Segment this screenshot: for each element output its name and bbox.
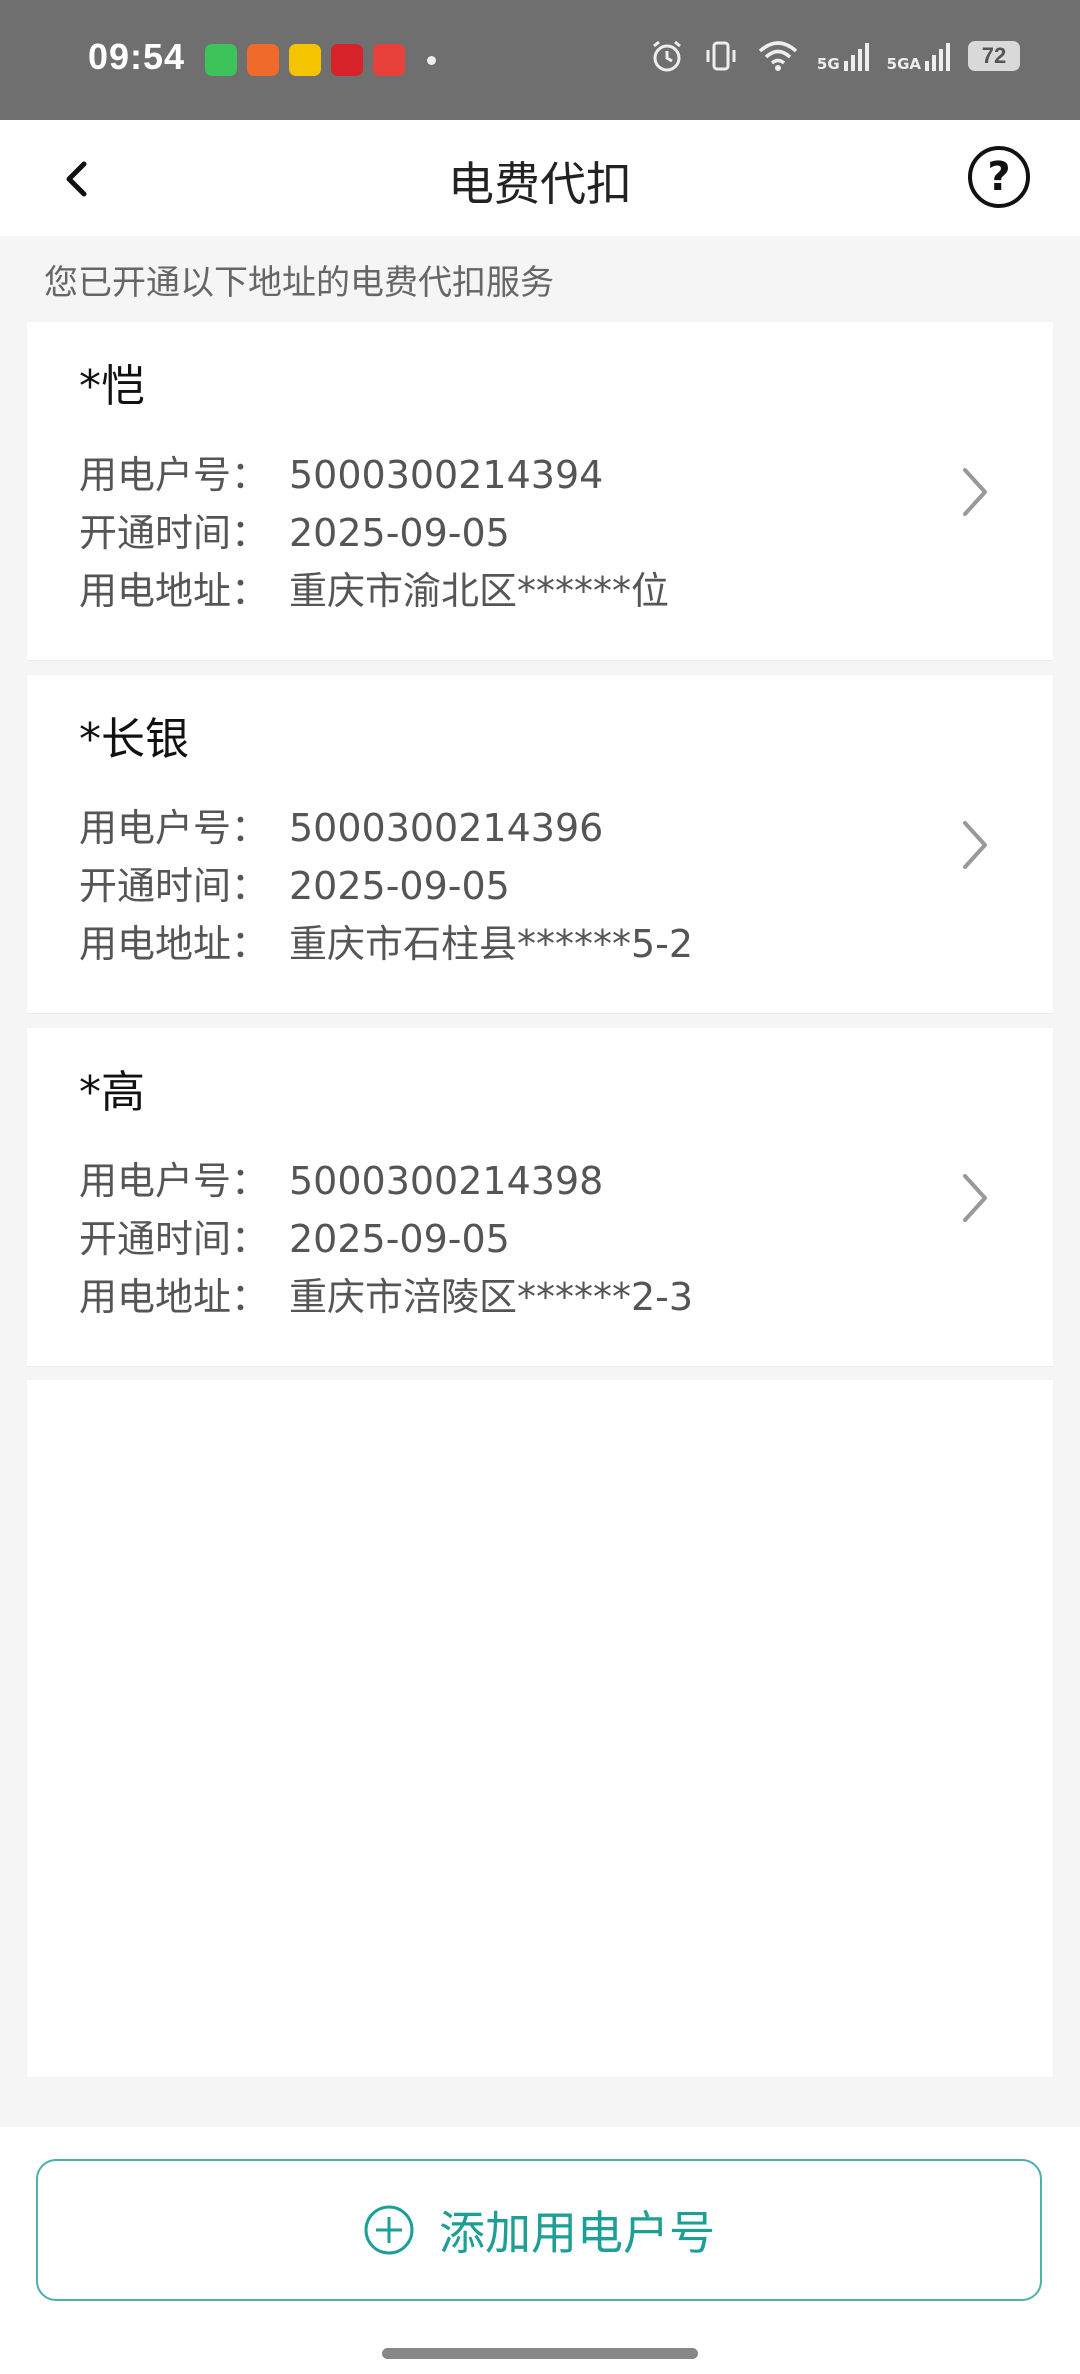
account-list: *恺 用电户号： 5000300214394 开通时间： 2025-09-05 用电… — [27, 322, 1053, 1381]
more-notifications-dot — [427, 55, 436, 65]
notification-icons — [205, 44, 436, 76]
bottom-bar: 添加用电户号 — [0, 2127, 1080, 2374]
nav-header: 电费代扣 ? — [0, 120, 1080, 236]
vibrate-icon — [706, 41, 736, 71]
open-time-value: 2025-09-05 — [289, 511, 510, 555]
status-bar: 09:54 5G 5GA 72 — [0, 0, 1080, 120]
open-time-row: 开通时间： 2025-09-05 — [79, 502, 510, 557]
chevron-right-icon — [963, 468, 987, 516]
account-number-label: 用电户号： — [79, 1159, 270, 1203]
signal-5ga-icon: 5GA — [887, 41, 950, 72]
address-value: 重庆市涪陵区******2-3 — [289, 1275, 694, 1319]
open-time-row: 开通时间： 2025-09-05 — [79, 1208, 510, 1263]
address-value: 重庆市石柱县******5-2 — [289, 922, 694, 966]
bank-app-icon — [373, 44, 405, 76]
help-button[interactable]: ? — [968, 146, 1030, 208]
open-time-label: 开通时间： — [79, 864, 270, 908]
open-time-row: 开通时间： 2025-09-05 — [79, 855, 510, 910]
account-number-row: 用电户号： 5000300214398 — [79, 1150, 603, 1205]
account-holder-name: *长银 — [79, 714, 189, 765]
system-icons: 5G 5GA 72 — [649, 38, 1020, 74]
messages-app-icon — [205, 44, 237, 76]
account-number-row: 用电户号： 5000300214396 — [79, 797, 603, 852]
open-time-label: 开通时间： — [79, 511, 270, 555]
page-title: 电费代扣 — [448, 157, 632, 211]
address-row: 用电地址： 重庆市涪陵区******2-3 — [79, 1266, 693, 1321]
address-value: 重庆市渝北区******位 — [289, 569, 670, 613]
account-holder-name: *恺 — [79, 361, 145, 412]
open-time-value: 2025-09-05 — [289, 1217, 510, 1261]
account-number-value: 5000300214398 — [289, 1159, 604, 1203]
qimao-app-icon — [289, 44, 321, 76]
signal-5g-icon: 5G — [817, 41, 869, 72]
account-number-label: 用电户号： — [79, 453, 270, 497]
alarm-icon — [652, 40, 681, 72]
account-number-label: 用电户号： — [79, 806, 270, 850]
address-label: 用电地址： — [79, 569, 270, 613]
address-row: 用电地址： 重庆市渝北区******位 — [79, 560, 669, 615]
open-time-value: 2025-09-05 — [289, 864, 510, 908]
taobao-app-icon — [247, 44, 279, 76]
address-row: 用电地址： 重庆市石柱县******5-2 — [79, 913, 693, 968]
chevron-right-icon — [963, 821, 987, 869]
add-account-button[interactable]: 添加用电户号 — [36, 2159, 1042, 2301]
address-label: 用电地址： — [79, 922, 270, 966]
wifi-icon — [758, 41, 798, 71]
address-label: 用电地址： — [79, 1275, 270, 1319]
account-holder-name: *高 — [79, 1067, 145, 1118]
account-card[interactable]: *恺 用电户号： 5000300214394 开通时间： 2025-09-05 用电… — [27, 322, 1053, 661]
empty-area — [27, 1380, 1053, 2077]
add-circle-icon — [364, 2205, 414, 2255]
battery-icon: 72 — [968, 41, 1020, 71]
account-card[interactable]: *长银 用电户号： 5000300214396 开通时间： 2025-09-05 用… — [27, 675, 1053, 1014]
account-number-row: 用电户号： 5000300214394 — [79, 444, 603, 499]
unionpay-app-icon — [331, 44, 363, 76]
add-account-label: 添加用电户号 — [439, 2206, 715, 2260]
home-indicator[interactable] — [382, 2348, 698, 2359]
status-time: 09:54 — [88, 36, 186, 77]
chevron-right-icon — [963, 1174, 987, 1222]
account-number-value: 5000300214394 — [289, 453, 604, 497]
service-subtitle: 您已开通以下地址的电费代扣服务 — [44, 263, 554, 303]
account-number-value: 5000300214396 — [289, 806, 604, 850]
open-time-label: 开通时间： — [79, 1217, 270, 1261]
account-card[interactable]: *高 用电户号： 5000300214398 开通时间： 2025-09-05 用电… — [27, 1028, 1053, 1367]
